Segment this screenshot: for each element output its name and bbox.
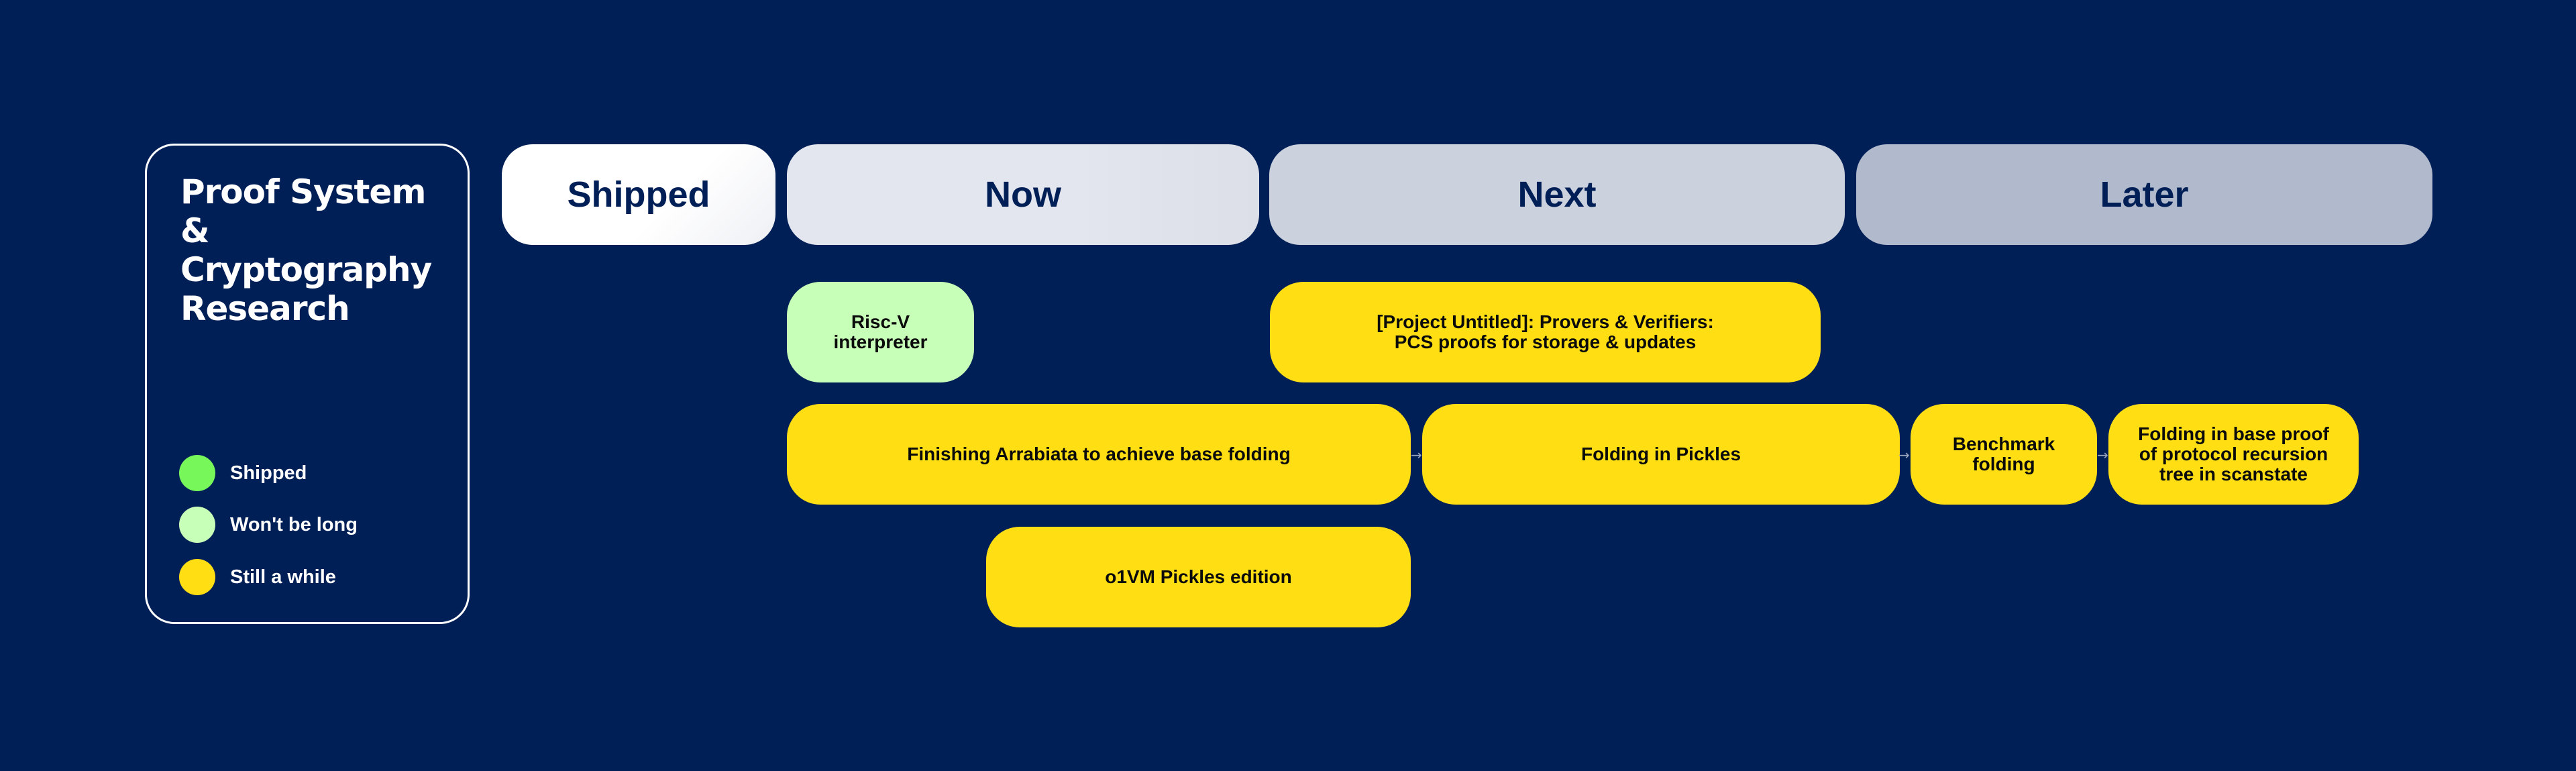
arrow-right-icon: → xyxy=(1411,447,1422,463)
column-header-later: Later xyxy=(1856,144,2432,245)
column-header-now: Now xyxy=(787,144,1259,245)
card-folding-in-pickles: Folding in Pickles xyxy=(1422,404,1900,505)
arrow-right-icon: → xyxy=(1898,447,1910,463)
card-label: o1VM Pickles edition xyxy=(1105,566,1292,587)
column-header-label: Next xyxy=(1517,174,1597,215)
legend-label: Shipped xyxy=(230,462,307,484)
legend-dot-wont-be-long xyxy=(179,507,215,543)
card-o1vm-pickles-edition: o1VM Pickles edition xyxy=(986,527,1411,627)
column-header-label: Later xyxy=(2100,174,2189,215)
card-risc-v-interpreter: Risc-V interpreter xyxy=(787,282,974,382)
card-label: Folding in Pickles xyxy=(1580,444,1741,464)
card-folding-base-proof: Folding in base proof of protocol recurs… xyxy=(2108,404,2359,505)
card-benchmark-folding: Benchmark folding xyxy=(1911,404,2097,505)
column-header-next: Next xyxy=(1269,144,1845,245)
legend-panel: Proof System & Cryptography Research Shi… xyxy=(145,144,470,624)
card-finishing-arrabiata: Finishing Arrabiata to achieve base fold… xyxy=(787,404,1411,505)
legend-label: Won't be long xyxy=(230,513,358,535)
card-label: Folding in base proof of protocol recurs… xyxy=(2138,423,2329,484)
card-project-untitled: [Project Untitled]: Provers & Verifiers:… xyxy=(1270,282,1821,382)
legend-label: Still a while xyxy=(230,566,336,588)
legend-title: Proof System & Cryptography Research xyxy=(180,172,432,328)
arrow-right-icon: → xyxy=(2097,447,2108,463)
column-header-shipped: Shipped xyxy=(502,144,775,245)
legend-dot-still-a-while xyxy=(179,559,215,595)
legend-item-wont-be-long: Won't be long xyxy=(179,507,358,543)
card-label: [Project Untitled]: Provers & Verifiers:… xyxy=(1377,311,1714,352)
column-header-label: Shipped xyxy=(567,174,710,215)
legend-dot-shipped xyxy=(179,455,215,491)
card-label: Finishing Arrabiata to achieve base fold… xyxy=(907,444,1291,464)
column-header-label: Now xyxy=(985,174,1061,215)
card-label: Benchmark folding xyxy=(1952,433,2055,474)
card-label: Risc-V interpreter xyxy=(833,311,928,352)
legend-item-shipped: Shipped xyxy=(179,455,307,491)
legend-item-still-a-while: Still a while xyxy=(179,559,336,595)
